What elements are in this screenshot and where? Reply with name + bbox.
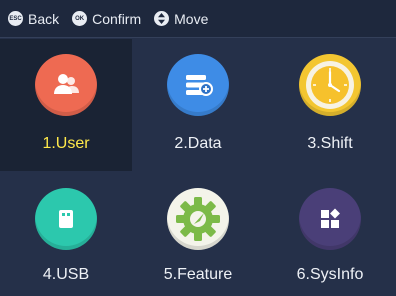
clock-icon — [299, 54, 361, 116]
confirm-hint: OK Confirm — [72, 11, 141, 27]
system-info-icon — [299, 188, 361, 250]
usb-icon — [35, 188, 97, 250]
menu-item-user[interactable]: 1.User — [0, 39, 132, 171]
menu-item-usb[interactable]: 4.USB — [0, 171, 132, 296]
database-icon — [167, 54, 229, 116]
move-label: Move — [174, 10, 209, 27]
move-hint: Move — [154, 11, 208, 27]
menu-item-sysinfo[interactable]: 6.SysInfo — [264, 171, 396, 296]
menu-item-label: 1.User — [42, 135, 90, 152]
menu-item-label: 3.Shift — [307, 135, 353, 152]
up-down-arrow-icon — [154, 11, 170, 26]
ok-key-icon: OK — [72, 11, 88, 26]
main-menu-grid: 1.User 2.Data 3.Shift 4.USB 5.Feature 6.… — [0, 39, 396, 296]
gear-icon — [167, 188, 229, 250]
menu-item-label: 5.Feature — [163, 266, 233, 283]
key-hint-bar: ESC Back OK Confirm Move — [0, 0, 396, 38]
menu-item-label: 6.SysInfo — [296, 266, 364, 283]
menu-item-feature[interactable]: 5.Feature — [132, 171, 264, 296]
back-hint: ESC Back — [8, 11, 59, 27]
menu-screen: ESC Back OK Confirm Move 1.User 2.Data 3… — [0, 0, 396, 296]
escape-key-icon: ESC — [8, 11, 23, 26]
menu-item-shift[interactable]: 3.Shift — [264, 39, 396, 171]
menu-item-data[interactable]: 2.Data — [132, 39, 264, 171]
back-label: Back — [28, 10, 60, 27]
user-icon — [35, 54, 97, 116]
menu-item-label: 2.Data — [174, 135, 222, 152]
confirm-label: Confirm — [92, 10, 142, 27]
menu-item-label: 4.USB — [42, 266, 90, 283]
